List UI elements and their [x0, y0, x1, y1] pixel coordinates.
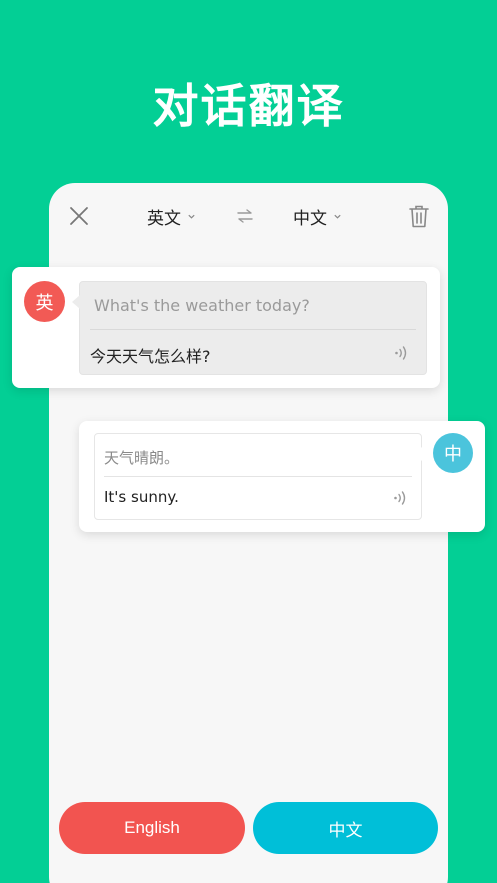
close-icon[interactable]: [67, 204, 91, 228]
translation-text: 今天天气怎么样?: [90, 347, 211, 366]
target-language-label: 中文: [293, 208, 327, 229]
target-language-select[interactable]: 中文: [293, 203, 342, 229]
source-language-label: 英文: [147, 208, 181, 229]
divider: [104, 476, 412, 477]
trash-icon[interactable]: [407, 203, 431, 229]
source-text: 天气晴朗。: [104, 449, 180, 467]
message-card-chinese: 天气晴朗。 It's sunny. 中: [79, 421, 485, 532]
source-language-select[interactable]: 英文: [147, 203, 196, 229]
message-bubble[interactable]: What's the weather today? 今天天气怎么样?: [72, 281, 427, 375]
translation-text: It's sunny.: [104, 488, 179, 506]
speaker-sound-icon[interactable]: [393, 490, 407, 506]
english-speak-button[interactable]: English: [59, 802, 245, 854]
chinese-speak-button[interactable]: 中文: [253, 802, 438, 854]
divider: [90, 329, 416, 330]
speaker-sound-icon[interactable]: [394, 345, 408, 361]
swap-arrows-icon[interactable]: [235, 207, 255, 225]
message-card-english: 英 What's the weather today? 今天天气怎么样?: [12, 267, 440, 388]
source-text: What's the weather today?: [94, 296, 310, 315]
chevron-down-icon: [188, 214, 195, 219]
toolbar: 英文 中文: [49, 183, 448, 249]
chevron-down-icon: [334, 214, 341, 219]
page-headline: 对话翻译: [152, 79, 345, 133]
speaker-badge-chinese: 中: [433, 433, 473, 473]
message-bubble[interactable]: 天气晴朗。 It's sunny.: [94, 433, 429, 520]
speaker-badge-english: 英: [24, 281, 65, 322]
